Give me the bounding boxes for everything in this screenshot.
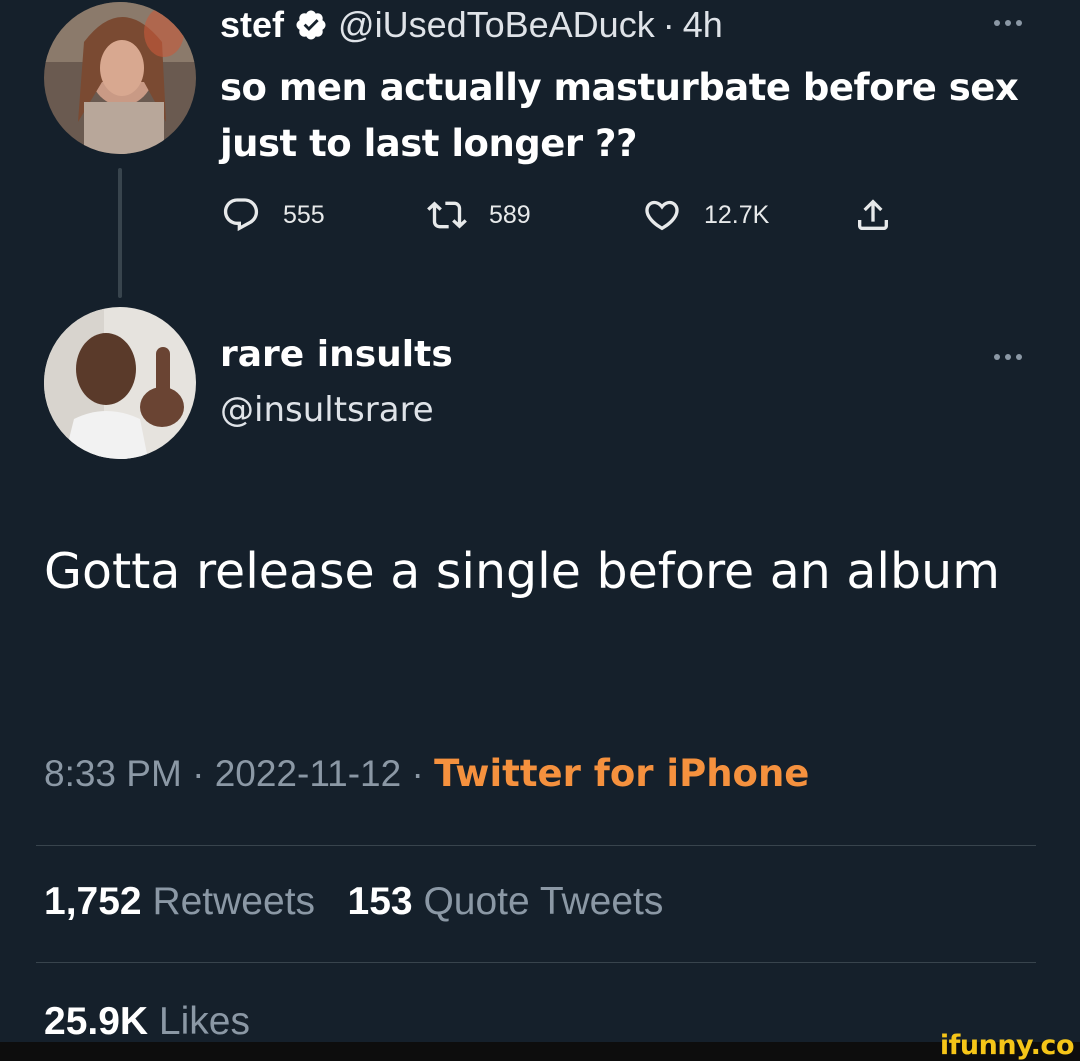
tweet-date[interactable]: 2022-11-12 [215,753,402,794]
quote-tweets-stat[interactable]: 153 Quote Tweets [348,880,664,923]
reply-icon [223,198,259,232]
meta-separator: · [411,753,424,794]
thread-connector-line [118,168,122,298]
tweet-stats: 1,752 Retweets 153 Quote Tweets [44,880,663,924]
parent-timestamp[interactable]: 4h [683,4,723,46]
retweet-count: 589 [489,200,531,229]
likes-count: 25.9K [44,1000,149,1043]
parent-tweet-text: so men actually masturbate before sex ju… [220,66,1019,165]
watermark-bar [0,1042,1080,1061]
main-handle[interactable]: @insultsrare [220,390,434,430]
like-button[interactable]: 12.7K [642,192,769,238]
divider [36,962,1036,963]
divider [36,845,1036,846]
parent-display-name[interactable]: stef [220,4,284,46]
retweets-label: Retweets [152,880,316,923]
meta-separator: · [192,753,205,794]
avatar-stef[interactable] [44,2,196,154]
main-display-name[interactable]: rare insults [220,334,453,375]
retweets-count: 1,752 [44,880,142,923]
more-icon[interactable] [994,354,1022,360]
parent-separator: · [662,4,675,45]
main-tweet-text: Gotta release a single before an album [44,543,1000,600]
reply-button[interactable]: 555 [221,192,325,238]
avatar-rare-insults[interactable] [44,307,196,459]
likes-label: Likes [158,1000,250,1043]
parent-tweet-header: stef @iUsedToBeADuck · 4h [220,0,723,50]
like-count: 12.7K [704,200,770,229]
tweet-time[interactable]: 8:33 PM [44,753,182,794]
quote-tweets-count: 153 [347,880,413,923]
quote-tweets-label: Quote Tweets [423,880,664,923]
parent-handle[interactable]: @iUsedToBeADuck [338,4,655,46]
retweet-icon [427,201,467,229]
share-icon [858,199,888,230]
more-icon[interactable] [994,20,1022,26]
retweet-button[interactable]: 589 [427,192,531,238]
verified-badge-icon [296,10,326,40]
tweet-source-link[interactable]: Twitter for iPhone [434,752,809,795]
reply-count: 555 [283,200,325,229]
tweet-meta: 8:33 PM · 2022-11-12 · Twitter for iPhon… [44,752,809,795]
likes-stat[interactable]: 25.9K Likes [44,1000,250,1044]
retweets-stat[interactable]: 1,752 Retweets [44,880,315,923]
like-icon [645,200,679,231]
ifunny-watermark: ifunny.co [939,1030,1075,1061]
share-button[interactable] [853,192,893,238]
